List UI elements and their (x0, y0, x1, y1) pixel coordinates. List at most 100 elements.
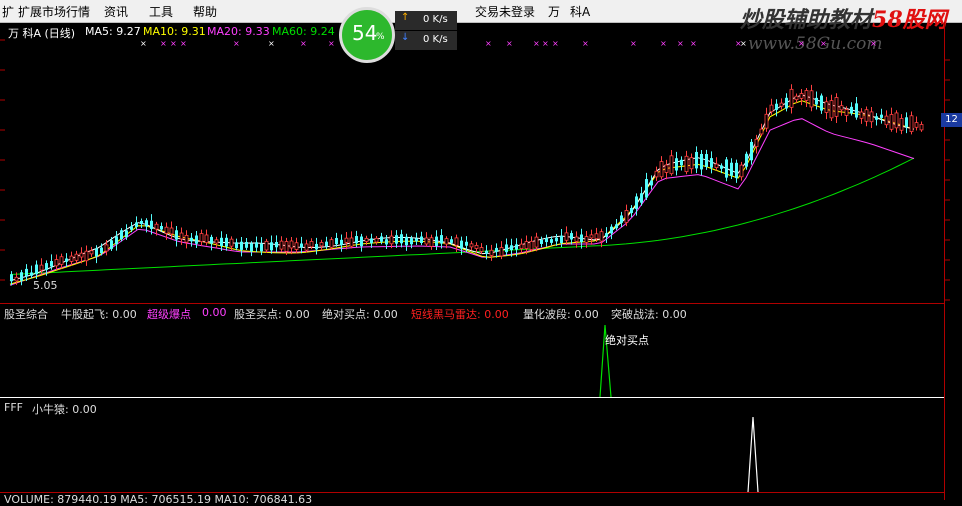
candle-72 (370, 238, 373, 244)
indicator1-field3: 股圣买点: 0.00 (234, 308, 310, 321)
candle-153 (775, 103, 778, 110)
candle-122 (620, 215, 623, 223)
candle-116 (589, 234, 594, 239)
candle-22 (120, 230, 123, 240)
candle-148 (750, 141, 753, 161)
candle-103 (524, 241, 529, 249)
signal-marker-22: × (870, 39, 877, 48)
kline-chart[interactable]: × × × × × × × × × × × × × × × × × × ×× × × × (0, 0, 962, 503)
signal-marker-4: × (233, 39, 240, 48)
candle-142 (720, 165, 723, 169)
candle-28 (150, 220, 153, 229)
candle-112 (570, 233, 573, 240)
candle-108 (550, 239, 553, 243)
candle-77 (395, 235, 398, 244)
candle-37 (195, 235, 198, 244)
indicator1-name[interactable]: 股圣综合 (4, 306, 48, 322)
signal-marker-17: × (690, 39, 697, 48)
candle-173 (875, 116, 878, 120)
candle-154 (779, 102, 784, 107)
candle-157 (794, 95, 799, 101)
candle-74 (380, 236, 383, 242)
candle-100 (510, 245, 513, 251)
indicator1-field2-value: 0.00 (202, 306, 227, 319)
candle-8 (50, 261, 53, 267)
candle-128 (650, 180, 653, 186)
candle-4 (30, 272, 33, 276)
candle-106 (540, 239, 543, 244)
candle-25 (135, 222, 138, 227)
candle-152 (769, 104, 774, 113)
indicator2-field1: 小牛猿: 0.00 (32, 403, 97, 416)
candle-79 (405, 236, 408, 246)
candle-27 (145, 220, 148, 227)
candle-164 (829, 100, 834, 119)
candle-63 (325, 241, 328, 247)
candle-135 (684, 155, 689, 173)
candle-80 (410, 238, 413, 245)
candle-159 (804, 90, 809, 101)
candle-175 (884, 115, 889, 126)
candle-75 (385, 239, 388, 245)
signal-marker-1: × (160, 39, 167, 48)
candle-9 (54, 259, 59, 267)
candle-117 (594, 233, 599, 240)
signal-marker-7: × (328, 39, 335, 48)
candle-169 (855, 103, 858, 118)
candle-84 (429, 237, 434, 247)
candle-126 (640, 193, 643, 203)
candle-119 (605, 233, 608, 237)
candle-56 (289, 240, 294, 249)
indicator1-field6: 量化波段: 0.00 (523, 308, 599, 321)
candle-171 (864, 109, 869, 122)
candle-48 (250, 243, 253, 252)
candle-88 (450, 239, 453, 243)
candle-65 (335, 237, 338, 245)
candle-3 (25, 268, 28, 277)
candle-101 (515, 244, 518, 250)
candle-168 (850, 106, 853, 114)
candle-102 (519, 243, 524, 250)
candle-67 (344, 237, 349, 243)
candle-133 (675, 158, 678, 171)
candle-85 (435, 236, 438, 246)
candle-64 (329, 239, 334, 248)
candle-29 (154, 223, 159, 230)
candle-90 (460, 240, 463, 249)
candle-11 (65, 258, 68, 262)
candle-47 (245, 241, 248, 248)
candle-127 (645, 179, 648, 198)
candle-155 (785, 97, 788, 109)
candle-14 (79, 252, 84, 258)
candle-1 (14, 276, 19, 282)
candle-165 (834, 97, 839, 117)
candle-180 (909, 115, 914, 132)
candle-45 (235, 242, 238, 249)
signal-marker-21: × (820, 39, 827, 48)
candle-82 (420, 236, 423, 244)
candle-149 (754, 138, 759, 148)
candle-114 (580, 234, 583, 243)
candle-20 (110, 240, 113, 249)
candle-16 (89, 250, 94, 255)
candle-139 (705, 154, 708, 167)
candle-5 (35, 264, 38, 275)
candle-70 (360, 236, 363, 247)
candle-43 (225, 237, 228, 247)
candle-177 (894, 112, 899, 129)
signal-marker-3: × (180, 39, 187, 48)
signal-marker-5: × (268, 39, 275, 48)
indicator2-name[interactable]: FFF (4, 401, 23, 414)
candle-34 (179, 232, 184, 240)
signal-marker-19: × (740, 39, 747, 48)
ma60-line (9, 157, 915, 275)
candle-87 (444, 238, 449, 245)
candle-163 (824, 101, 829, 113)
candle-92 (469, 243, 474, 248)
candle-136 (689, 157, 694, 170)
candle-24 (130, 226, 133, 230)
candle-60 (309, 241, 314, 248)
candle-145 (735, 162, 738, 179)
candle-89 (454, 237, 459, 246)
candle-19 (104, 244, 109, 252)
